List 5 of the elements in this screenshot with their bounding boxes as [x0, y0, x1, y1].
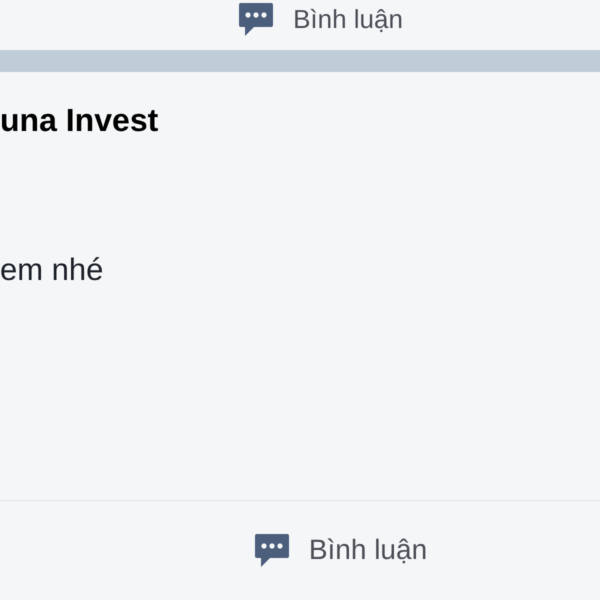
comment-button[interactable]: Bình luận: [237, 0, 403, 38]
comment-button[interactable]: Bình luận: [252, 528, 428, 570]
author-name: una Invest: [0, 101, 160, 140]
comment-icon: [237, 0, 276, 38]
post-text: em nhé: [0, 251, 104, 289]
